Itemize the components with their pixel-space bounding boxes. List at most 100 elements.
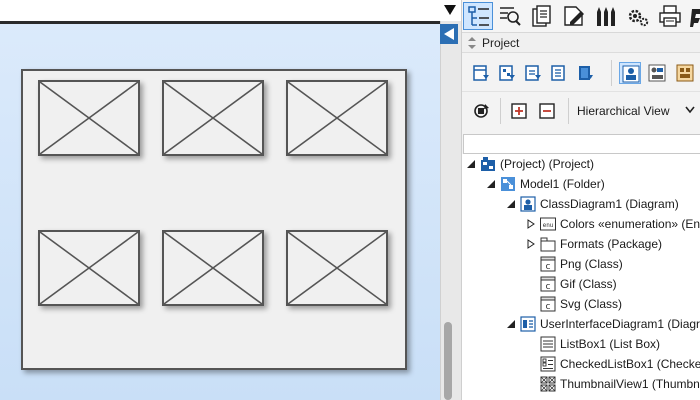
logo-icon xyxy=(690,9,700,27)
chevron-down-icon xyxy=(685,106,695,114)
hierarchy-view-button[interactable] xyxy=(619,62,641,84)
expanded-arrow-icon[interactable] xyxy=(466,159,476,169)
image-placeholder-icon xyxy=(40,232,138,304)
diagram-view-button[interactable] xyxy=(646,62,668,84)
toolbar-separator xyxy=(611,60,612,86)
canvas-ruler xyxy=(0,0,440,21)
styles-button[interactable] xyxy=(591,2,621,30)
scrollbar-thumb[interactable] xyxy=(444,322,452,400)
tree-item-label: (Project) (Project) xyxy=(500,157,595,171)
tree-item[interactable]: CheckedListBox1 (Checked xyxy=(462,354,700,374)
view-mode-label: Hierarchical View xyxy=(577,104,670,118)
book-icon xyxy=(579,66,593,80)
thumbnail-placeholder[interactable] xyxy=(286,230,388,306)
class-icon: c xyxy=(540,256,556,272)
expanded-arrow-icon[interactable] xyxy=(506,319,516,329)
settings-button[interactable] xyxy=(623,2,653,30)
toolbar-separator xyxy=(568,98,569,124)
tree-item-label: UserInterfaceDiagram1 (Diagra xyxy=(540,317,700,331)
new-model-button[interactable] xyxy=(496,62,518,84)
panel-header: Project xyxy=(462,33,700,53)
tree-item[interactable]: ListBox1 (List Box) xyxy=(462,334,700,354)
panel-grip-icon[interactable] xyxy=(467,37,477,49)
class-diagram-icon xyxy=(520,196,536,212)
thumbnail-view-icon xyxy=(540,376,556,392)
checked-listbox-icon xyxy=(540,356,556,372)
tree-item[interactable]: ThumbnailView1 (Thumbna xyxy=(462,374,700,394)
tree-item-label: ThumbnailView1 (Thumbna xyxy=(560,377,700,391)
new-diagram-button[interactable] xyxy=(470,62,492,84)
tree-item[interactable]: (Project) (Project) xyxy=(462,154,700,174)
thumbnail-placeholder[interactable] xyxy=(38,80,140,156)
diagram-view-icon xyxy=(648,64,666,82)
new-diagram-icon xyxy=(473,65,489,81)
thumbnail-placeholder[interactable] xyxy=(162,80,264,156)
filter-input[interactable] xyxy=(463,134,700,154)
person-hierarchy-icon xyxy=(622,65,640,83)
expand-all-button[interactable] xyxy=(508,100,530,122)
diagram-canvas[interactable] xyxy=(0,0,440,400)
project-explorer-button[interactable] xyxy=(463,2,493,30)
enumeration-icon: enu xyxy=(540,217,556,231)
panel-pin-button[interactable] xyxy=(440,24,458,44)
collapse-all-icon xyxy=(539,103,555,119)
model-view-icon xyxy=(676,64,694,82)
image-placeholder-icon xyxy=(164,232,262,304)
new-document-button[interactable] xyxy=(548,62,570,84)
tree-item[interactable]: enu Colors «enumeration» (Enum xyxy=(462,214,700,234)
tree-item-label: Svg (Class) xyxy=(560,297,623,311)
collapsed-arrow-icon[interactable] xyxy=(526,239,536,249)
search-diagram-button[interactable] xyxy=(495,2,525,30)
image-placeholder-icon xyxy=(288,82,386,154)
main-toolbar xyxy=(462,0,700,33)
tree-item[interactable]: c Gif (Class) xyxy=(462,274,700,294)
svg-text:c: c xyxy=(546,302,551,312)
tree-item-label: ListBox1 (List Box) xyxy=(560,337,661,351)
collapse-all-button[interactable] xyxy=(536,100,558,122)
tree-item[interactable]: Model1 (Folder) xyxy=(462,174,700,194)
expanded-arrow-icon[interactable] xyxy=(486,179,496,189)
collapse-toolbar-button[interactable] xyxy=(440,0,461,21)
svg-text:c: c xyxy=(546,262,551,272)
documents-icon xyxy=(532,5,551,27)
toolbar-separator xyxy=(500,98,501,124)
view-mode-dropdown[interactable]: Hierarchical View xyxy=(577,101,700,121)
edit-document-button[interactable] xyxy=(559,2,589,30)
image-placeholder-icon xyxy=(164,82,262,154)
thumbnail-placeholder[interactable] xyxy=(162,230,264,306)
crayons-icon xyxy=(597,7,615,26)
model-view-button[interactable] xyxy=(674,62,696,84)
search-list-icon xyxy=(500,7,521,26)
folder-model-icon xyxy=(501,177,515,191)
project-tree: (Project) (Project) Model1 (Folder) ClassD… xyxy=(462,154,700,400)
tree-item[interactable]: c Svg (Class) xyxy=(462,294,700,314)
tree-item-label: Colors «enumeration» (Enum xyxy=(560,217,700,231)
expanded-arrow-icon[interactable] xyxy=(506,199,516,209)
tree-item-label: Formats (Package) xyxy=(560,237,663,251)
listbox-icon xyxy=(540,336,556,352)
documents-button[interactable] xyxy=(527,2,557,30)
project-toolbar xyxy=(462,54,700,92)
tree-item[interactable]: UserInterfaceDiagram1 (Diagra xyxy=(462,314,700,334)
triangle-down-icon xyxy=(444,5,456,15)
tree-item[interactable]: Formats (Package) xyxy=(462,234,700,254)
new-element-icon xyxy=(525,65,541,81)
project-panel: Project Hierarchical View (Project) (Pro… xyxy=(461,0,700,400)
thumbnail-view-mockup[interactable] xyxy=(21,69,407,370)
pencil-document-icon xyxy=(564,6,584,26)
thumbnail-placeholder[interactable] xyxy=(38,230,140,306)
sync-icon xyxy=(474,104,489,118)
tree-item-label: CheckedListBox1 (Checked xyxy=(560,357,700,371)
new-element-button[interactable] xyxy=(522,62,544,84)
tree-item[interactable]: c Png (Class) xyxy=(462,254,700,274)
collapsed-arrow-icon[interactable] xyxy=(526,219,536,229)
thumbnail-placeholder[interactable] xyxy=(286,80,388,156)
tree-item[interactable]: ClassDiagram1 (Diagram) xyxy=(462,194,700,214)
brand-button[interactable] xyxy=(687,2,700,30)
sync-button[interactable] xyxy=(470,100,492,122)
ui-diagram-icon xyxy=(520,316,536,332)
print-button[interactable] xyxy=(655,2,685,30)
new-book-button[interactable] xyxy=(574,62,596,84)
image-placeholder-icon xyxy=(40,82,138,154)
svg-text:enu: enu xyxy=(543,222,554,229)
